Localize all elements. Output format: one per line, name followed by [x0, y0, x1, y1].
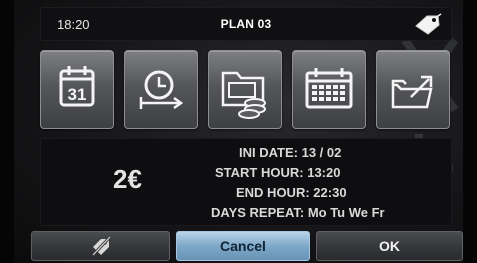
start-hour-row: START HOUR: 13:20 [181, 163, 441, 183]
screen-bezel-right [463, 0, 477, 263]
calendar-day-number: 31 [68, 85, 87, 104]
end-hour-label: END HOUR: [236, 185, 310, 200]
disable-tag-button[interactable] [31, 231, 170, 261]
end-hour-row: END HOUR: 22:30 [181, 183, 441, 203]
calendar-grid-icon [305, 68, 353, 109]
start-hour-value: 13:20 [307, 165, 341, 180]
action-bar: Cancel OK [31, 231, 463, 261]
timer-button[interactable] [124, 50, 198, 129]
page-title: PLAN 03 [220, 17, 272, 31]
folder-export-icon [391, 75, 433, 109]
price-value: 2€ [113, 164, 142, 194]
calendar-day-button[interactable]: 31 [40, 50, 114, 129]
cancel-button[interactable]: Cancel [176, 231, 310, 261]
calendar-grid-button[interactable] [292, 50, 366, 129]
toolbar: 31 [40, 50, 450, 130]
status-bar: 18:20 PLAN 03 [40, 7, 452, 41]
export-button[interactable] [376, 50, 450, 129]
clock-arrow-icon [139, 70, 184, 110]
ini-date-label: INI DATE: [239, 145, 298, 160]
days-repeat-label: DAYS REPEAT: [211, 205, 305, 220]
plan-details-panel: 2€ INI DATE: 13 / 02 START HOUR: 13:20 E… [40, 138, 452, 226]
start-hour-label: START HOUR: [215, 165, 304, 180]
screen-bezel-left [0, 0, 14, 263]
ini-date-row: INI DATE: 13 / 02 [181, 143, 441, 163]
days-repeat-row: DAYS REPEAT: Mo Tu We Fr [181, 203, 441, 223]
money-folder-button[interactable] [208, 50, 282, 129]
tag-disabled-icon [91, 235, 111, 257]
folder-coins-icon [221, 71, 266, 119]
calendar-31-icon: 31 [59, 66, 95, 107]
days-repeat-value: Mo Tu We Fr [307, 205, 385, 220]
price-tag-icon[interactable] [413, 13, 443, 35]
ini-date-value: 13 / 02 [301, 145, 342, 160]
plan-details-list: INI DATE: 13 / 02 START HOUR: 13:20 END … [181, 143, 441, 223]
ok-button[interactable]: OK [316, 231, 463, 261]
end-hour-value: 22:30 [313, 185, 347, 200]
